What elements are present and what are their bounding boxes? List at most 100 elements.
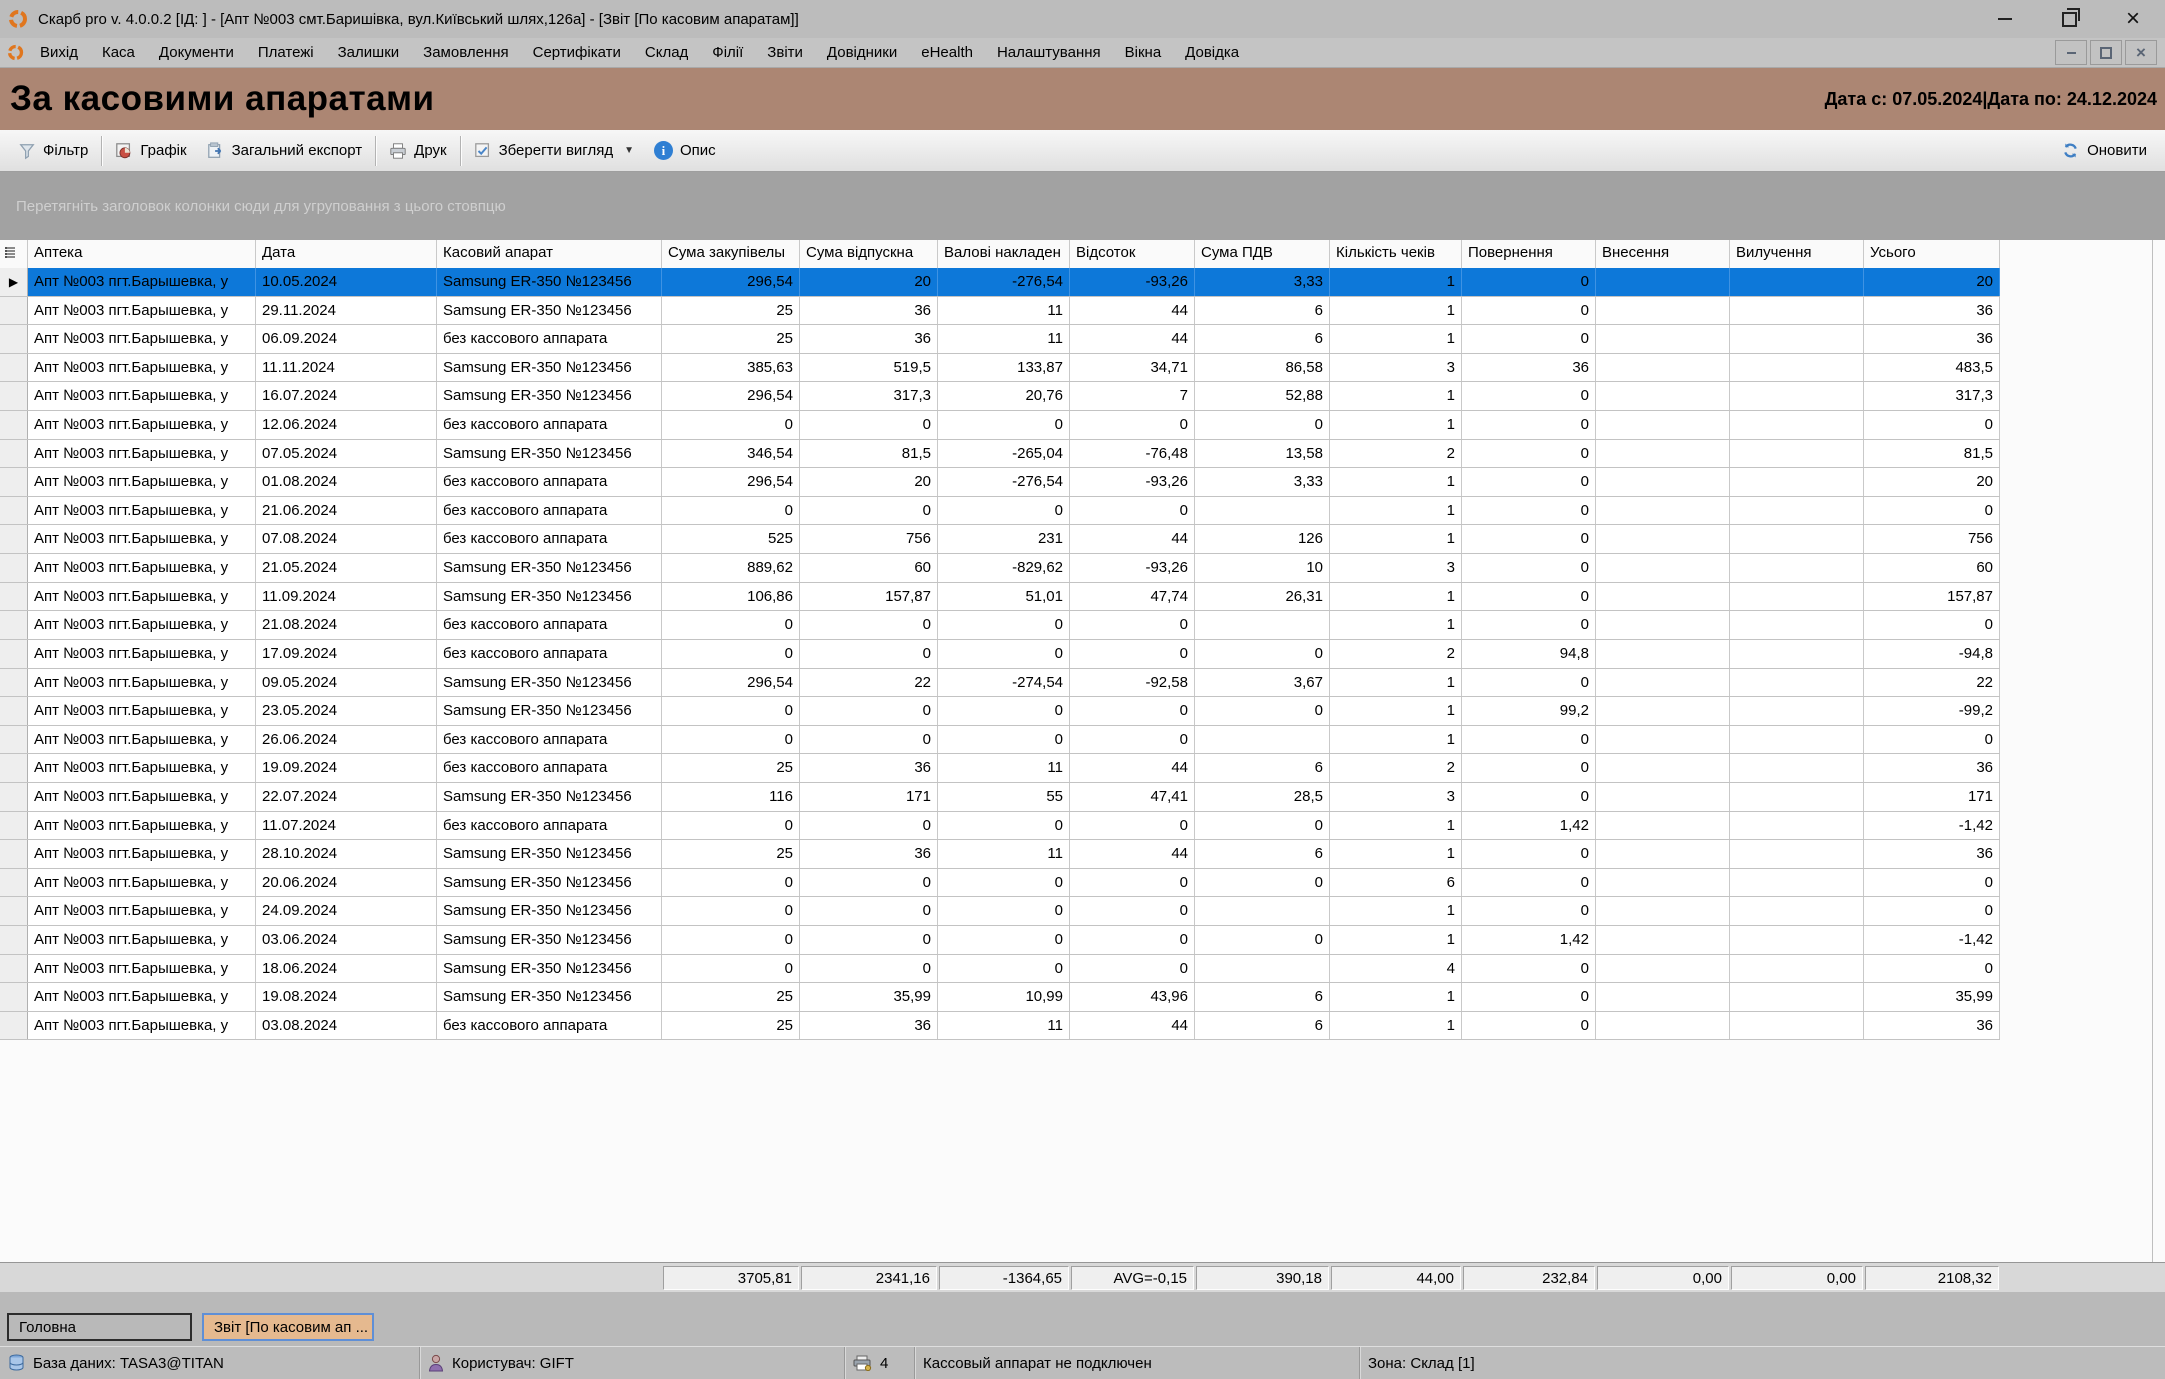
cell[interactable]: -93,26 xyxy=(1070,554,1195,582)
cell[interactable]: 0 xyxy=(1195,640,1330,668)
cell[interactable] xyxy=(1730,297,1864,325)
cell[interactable]: -99,2 xyxy=(1864,697,2000,725)
cell[interactable]: 06.09.2024 xyxy=(256,325,437,353)
cell[interactable]: 19.09.2024 xyxy=(256,754,437,782)
cell[interactable]: Samsung ER-350 №123456 xyxy=(437,583,662,611)
cell[interactable]: 47,41 xyxy=(1070,783,1195,811)
restore-button[interactable] xyxy=(2037,0,2101,38)
cell[interactable]: 0 xyxy=(1195,869,1330,897)
cell[interactable]: 296,54 xyxy=(662,268,800,296)
cell[interactable] xyxy=(1730,1012,1864,1040)
cell[interactable]: 4 xyxy=(1330,955,1462,983)
cell[interactable]: 1 xyxy=(1330,268,1462,296)
cell[interactable]: Апт №003 пгт.Барышевка, у xyxy=(28,297,256,325)
cell[interactable] xyxy=(1730,411,1864,439)
cell[interactable]: Апт №003 пгт.Барышевка, у xyxy=(28,525,256,553)
cell[interactable]: 1 xyxy=(1330,297,1462,325)
cell[interactable]: 317,3 xyxy=(800,382,938,410)
cell[interactable] xyxy=(1596,354,1730,382)
cell[interactable]: 1 xyxy=(1330,726,1462,754)
cell[interactable] xyxy=(1596,268,1730,296)
cell[interactable]: 16.07.2024 xyxy=(256,382,437,410)
chart-button[interactable]: Графік xyxy=(105,134,196,168)
cell[interactable]: 126 xyxy=(1195,525,1330,553)
mdi-minimize-button[interactable] xyxy=(2055,40,2087,65)
table-row[interactable]: Апт №003 пгт.Барышевка, у21.05.2024Samsu… xyxy=(0,554,2000,583)
table-row[interactable]: Апт №003 пгт.Барышевка, у21.08.2024без к… xyxy=(0,611,2000,640)
cell[interactable]: 20.06.2024 xyxy=(256,869,437,897)
cell[interactable] xyxy=(1195,497,1330,525)
cell[interactable]: 0 xyxy=(1864,497,2000,525)
cell[interactable] xyxy=(1730,325,1864,353)
cell[interactable]: 25 xyxy=(662,297,800,325)
cell[interactable]: 1 xyxy=(1330,382,1462,410)
cell[interactable]: 0 xyxy=(1864,897,2000,925)
cell[interactable]: 296,54 xyxy=(662,382,800,410)
cell[interactable] xyxy=(1730,611,1864,639)
cell[interactable]: 0 xyxy=(800,812,938,840)
cell[interactable]: 36 xyxy=(800,325,938,353)
cell[interactable]: 11 xyxy=(938,325,1070,353)
table-row[interactable]: Апт №003 пгт.Барышевка, у23.05.2024Samsu… xyxy=(0,697,2000,726)
cell[interactable]: 55 xyxy=(938,783,1070,811)
cell[interactable]: 1 xyxy=(1330,697,1462,725)
table-row[interactable]: ▶Апт №003 пгт.Барышевка, у10.05.2024Sams… xyxy=(0,268,2000,297)
cell[interactable]: 11.07.2024 xyxy=(256,812,437,840)
cell[interactable]: 29.11.2024 xyxy=(256,297,437,325)
cell[interactable]: 1 xyxy=(1330,1012,1462,1040)
table-row[interactable]: Апт №003 пгт.Барышевка, у12.06.2024без к… xyxy=(0,411,2000,440)
cell[interactable]: 0 xyxy=(800,497,938,525)
menu-item[interactable]: Сертифікати xyxy=(521,44,633,61)
table-row[interactable]: Апт №003 пгт.Барышевка, у18.06.2024Samsu… xyxy=(0,955,2000,984)
menu-item[interactable]: Налаштування xyxy=(985,44,1113,61)
cell[interactable]: 1 xyxy=(1330,840,1462,868)
cell[interactable] xyxy=(1596,1012,1730,1040)
cell[interactable]: без кассового аппарата xyxy=(437,497,662,525)
cell[interactable]: 1 xyxy=(1330,525,1462,553)
cell[interactable] xyxy=(1596,897,1730,925)
cell[interactable]: 0 xyxy=(938,926,1070,954)
cell[interactable]: 22 xyxy=(1864,669,2000,697)
cell[interactable]: 1 xyxy=(1330,325,1462,353)
table-row[interactable]: Апт №003 пгт.Барышевка, у03.08.2024без к… xyxy=(0,1012,2000,1041)
column-header[interactable]: Сума закупівелы xyxy=(662,240,800,268)
cell[interactable]: Samsung ER-350 №123456 xyxy=(437,840,662,868)
menu-item[interactable]: Документи xyxy=(147,44,246,61)
cell[interactable]: 0 xyxy=(1070,611,1195,639)
cell[interactable]: 171 xyxy=(1864,783,2000,811)
cell[interactable]: 0 xyxy=(1462,983,1596,1011)
cell[interactable]: Апт №003 пгт.Барышевка, у xyxy=(28,840,256,868)
cell[interactable] xyxy=(1730,440,1864,468)
cell[interactable] xyxy=(1596,926,1730,954)
cell[interactable]: 10,99 xyxy=(938,983,1070,1011)
table-row[interactable]: Апт №003 пгт.Барышевка, у21.06.2024без к… xyxy=(0,497,2000,526)
cell[interactable] xyxy=(1596,669,1730,697)
cell[interactable]: 0 xyxy=(662,897,800,925)
cell[interactable]: 11 xyxy=(938,754,1070,782)
cell[interactable]: 0 xyxy=(1462,897,1596,925)
cell[interactable] xyxy=(1596,840,1730,868)
cell[interactable]: -265,04 xyxy=(938,440,1070,468)
cell[interactable] xyxy=(1730,812,1864,840)
cell[interactable]: 0 xyxy=(1070,640,1195,668)
cell[interactable]: Samsung ER-350 №123456 xyxy=(437,869,662,897)
cell[interactable]: Samsung ER-350 №123456 xyxy=(437,554,662,582)
chevron-down-icon[interactable]: ▼ xyxy=(624,145,634,156)
cell[interactable]: 157,87 xyxy=(800,583,938,611)
column-header[interactable]: Дата xyxy=(256,240,437,268)
cell[interactable]: Апт №003 пгт.Барышевка, у xyxy=(28,983,256,1011)
cell[interactable]: 296,54 xyxy=(662,468,800,496)
cell[interactable]: 11 xyxy=(938,297,1070,325)
cell[interactable]: 0 xyxy=(662,640,800,668)
cell[interactable]: 24.09.2024 xyxy=(256,897,437,925)
table-row[interactable]: Апт №003 пгт.Барышевка, у11.11.2024Samsu… xyxy=(0,354,2000,383)
cell[interactable]: 20 xyxy=(800,468,938,496)
column-header[interactable]: Усього xyxy=(1864,240,2000,268)
export-button[interactable]: Загальний експорт xyxy=(197,134,373,168)
cell[interactable] xyxy=(1730,926,1864,954)
cell[interactable]: 6 xyxy=(1195,983,1330,1011)
cell[interactable]: 3,33 xyxy=(1195,468,1330,496)
cell[interactable] xyxy=(1596,497,1730,525)
cell[interactable]: 0 xyxy=(1462,440,1596,468)
cell[interactable]: 20 xyxy=(1864,268,2000,296)
